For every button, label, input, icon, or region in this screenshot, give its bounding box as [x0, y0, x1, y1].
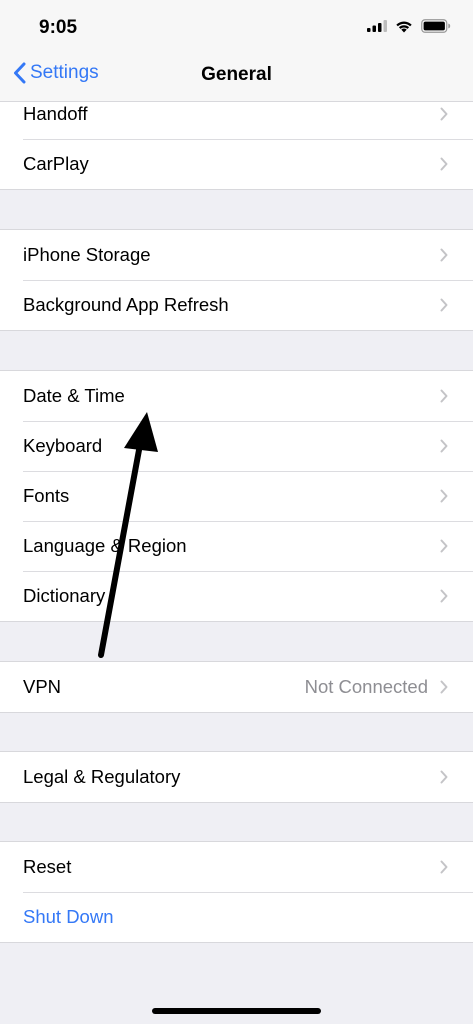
- home-indicator[interactable]: [152, 1008, 321, 1014]
- row-label: Fonts: [23, 485, 70, 506]
- chevron-right-icon: [440, 248, 448, 262]
- settings-group-locale: Date & Time Keyboard Fonts Language & Re…: [0, 370, 473, 622]
- row-fonts[interactable]: Fonts: [0, 471, 473, 521]
- settings-group-reset: Reset Shut Down: [0, 841, 473, 943]
- vpn-status-value: Not Connected: [304, 676, 428, 697]
- page-title: General: [201, 64, 272, 85]
- row-background-app-refresh[interactable]: Background App Refresh: [0, 280, 473, 330]
- row-label: Reset: [23, 856, 72, 877]
- status-time: 9:05: [39, 17, 78, 38]
- row-label: Handoff: [23, 103, 88, 124]
- settings-group-storage: iPhone Storage Background App Refresh: [0, 229, 473, 331]
- row-label: Background App Refresh: [23, 294, 229, 315]
- chevron-right-icon: [440, 589, 448, 603]
- row-vpn[interactable]: VPN Not Connected: [0, 662, 473, 712]
- chevron-right-icon: [440, 489, 448, 503]
- cellular-signal-icon: [367, 20, 387, 32]
- chevron-right-icon: [440, 539, 448, 553]
- status-icons: [367, 19, 451, 33]
- chevron-right-icon: [440, 439, 448, 453]
- navigation-bar: 9:05 Settings General: [0, 0, 473, 102]
- chevron-right-icon: [440, 107, 448, 121]
- settings-group-legal: Legal & Regulatory: [0, 751, 473, 803]
- battery-icon: [421, 19, 451, 33]
- settings-group-vpn: VPN Not Connected: [0, 661, 473, 713]
- chevron-right-icon: [440, 770, 448, 784]
- row-carplay[interactable]: CarPlay: [0, 139, 473, 189]
- row-label: Dictionary: [23, 585, 106, 606]
- row-label: Shut Down: [23, 906, 114, 927]
- chevron-right-icon: [440, 680, 448, 694]
- settings-group-continuity: Handoff CarPlay: [0, 88, 473, 190]
- row-label: CarPlay: [23, 153, 89, 174]
- row-keyboard[interactable]: Keyboard: [0, 421, 473, 471]
- row-label: Keyboard: [23, 435, 103, 456]
- wifi-icon: [396, 21, 412, 32]
- row-label: VPN: [23, 676, 62, 697]
- row-label: Date & Time: [23, 385, 125, 406]
- row-label: iPhone Storage: [23, 244, 151, 265]
- row-language-region[interactable]: Language & Region: [0, 521, 473, 571]
- chevron-right-icon: [440, 157, 448, 171]
- row-reset[interactable]: Reset: [0, 842, 473, 892]
- row-label: Legal & Regulatory: [23, 766, 181, 787]
- shut-down-button[interactable]: Shut Down: [0, 892, 473, 942]
- row-legal-regulatory[interactable]: Legal & Regulatory: [0, 752, 473, 802]
- chevron-right-icon: [440, 860, 448, 874]
- row-dictionary[interactable]: Dictionary: [0, 571, 473, 621]
- chevron-right-icon: [440, 298, 448, 312]
- row-date-time[interactable]: Date & Time: [0, 371, 473, 421]
- row-iphone-storage[interactable]: iPhone Storage: [0, 230, 473, 280]
- row-label: Language & Region: [23, 535, 187, 556]
- chevron-right-icon: [440, 389, 448, 403]
